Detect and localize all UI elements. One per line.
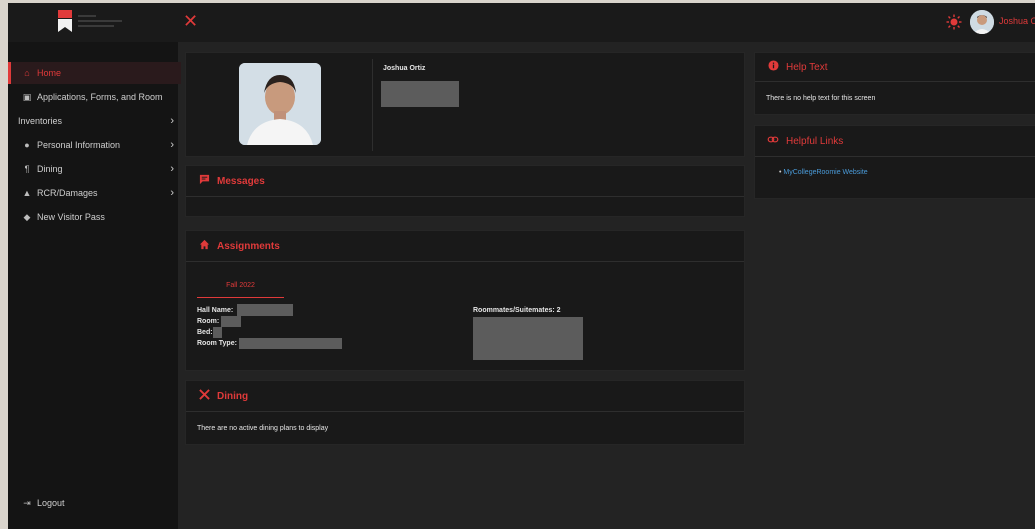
hall-name-label: Hall Name: <box>197 307 234 314</box>
messages-card: Messages <box>185 165 745 217</box>
helpful-links-card: Helpful Links • MyCollegeRoomie Website <box>754 125 1035 199</box>
logout-button[interactable]: ⇥ Logout <box>8 492 178 514</box>
helpful-links-header: Helpful Links <box>755 126 1035 157</box>
redacted-hall-name <box>237 304 293 316</box>
help-text-header: Help Text <box>755 53 1035 82</box>
redacted-room <box>221 316 241 327</box>
warning-icon: ▲ <box>22 188 32 198</box>
link-item[interactable]: • MyCollegeRoomie Website <box>779 169 868 176</box>
assignments-title: Assignments <box>217 240 280 252</box>
college-logo[interactable] <box>56 9 128 35</box>
dining-header: Dining <box>186 381 744 412</box>
sidebar-item-label: Inventories <box>18 116 63 126</box>
profile-card: Joshua Ortiz <box>185 52 745 157</box>
sun-icon[interactable] <box>946 14 962 30</box>
help-text-card: Help Text There is no help text for this… <box>754 52 1035 115</box>
app-window: ✕ Joshua Or ⌂ Home ▣ <box>8 3 1035 529</box>
person-icon: ● <box>24 140 30 150</box>
bed-label: Bed: <box>197 329 213 336</box>
user-avatar-icon <box>970 10 994 34</box>
redacted-room-type <box>239 338 342 349</box>
sidebar-item-label: Applications, Forms, and Room <box>37 92 163 102</box>
messages-header: Messages <box>186 166 744 197</box>
room-type-label: Room Type: <box>197 340 237 347</box>
top-bar: ✕ Joshua Or <box>8 3 1035 42</box>
sidebar-item-dining[interactable]: ¶ Dining › <box>8 158 178 180</box>
utensils-icon <box>198 389 210 403</box>
close-icon[interactable]: ✕ <box>183 12 198 30</box>
info-icon <box>767 60 779 74</box>
dining-card: Dining There are no active dining plans … <box>185 380 745 445</box>
room-label: Room: <box>197 318 220 325</box>
home-icon <box>198 239 210 253</box>
chevron-right-icon: › <box>170 139 174 151</box>
utensils-icon: ¶ <box>24 164 30 174</box>
logout-icon: ⇥ <box>23 497 31 508</box>
sidebar-item-label: Dining <box>37 164 63 174</box>
redacted-bed <box>213 327 222 338</box>
sidebar-item-applications[interactable]: ▣ Applications, Forms, and Room <box>8 86 178 108</box>
sidebar-item-label: New Visitor Pass <box>37 212 105 222</box>
sidebar-item-label: Personal Information <box>37 140 121 150</box>
chevron-right-icon: › <box>170 187 174 199</box>
roommates-label: Roommates/Suitemates: 2 <box>473 307 561 314</box>
profile-photo <box>239 63 321 145</box>
profile-divider <box>372 59 373 151</box>
profile-name: Joshua Ortiz <box>383 65 426 72</box>
chevron-right-icon: › <box>170 163 174 175</box>
sidebar-item-label: Home <box>37 68 62 78</box>
logo-wordmark <box>78 15 122 30</box>
sidebar: ⌂ Home ▣ Applications, Forms, and Room I… <box>8 42 181 529</box>
sidebar-item-new-visitor-pass[interactable]: ◆ New Visitor Pass <box>8 206 178 228</box>
user-name[interactable]: Joshua Or <box>999 16 1035 26</box>
sidebar-item-home[interactable]: ⌂ Home <box>8 62 181 84</box>
profile-photo-icon <box>239 63 321 145</box>
tab-fall-2022[interactable]: Fall 2022 <box>197 275 284 298</box>
assignments-card: Assignments Fall 2022 Hall Name: Room: B… <box>185 230 745 371</box>
logo-flag-icon <box>58 10 72 32</box>
link-icon <box>767 134 779 148</box>
help-text-title: Help Text <box>786 61 828 73</box>
dining-title: Dining <box>217 390 249 402</box>
chevron-right-icon: › <box>170 115 174 127</box>
logout-label: Logout <box>37 498 65 508</box>
messages-title: Messages <box>217 175 265 187</box>
redacted-roommates <box>473 317 583 360</box>
ticket-icon: ◆ <box>23 211 31 222</box>
home-icon: ⌂ <box>24 68 30 78</box>
sidebar-item-inventories[interactable]: Inventories › <box>8 110 178 132</box>
sidebar-item-rcr-damages[interactable]: ▲ RCR/Damages › <box>8 182 178 204</box>
sidebar-item-personal-information[interactable]: ● Personal Information › <box>8 134 178 156</box>
form-icon: ▣ <box>22 91 32 102</box>
sidebar-item-label: RCR/Damages <box>37 188 98 198</box>
user-avatar[interactable] <box>970 10 994 34</box>
redacted-profile-info <box>381 81 459 107</box>
dining-empty-text: There are no active dining plans to disp… <box>197 425 329 432</box>
helpful-links-title: Helpful Links <box>786 135 844 147</box>
assignments-header: Assignments <box>186 231 744 262</box>
help-text-body: There is no help text for this screen <box>766 95 876 102</box>
mycollegeroomie-link[interactable]: MyCollegeRoomie Website <box>783 169 867 176</box>
message-icon <box>198 174 210 188</box>
